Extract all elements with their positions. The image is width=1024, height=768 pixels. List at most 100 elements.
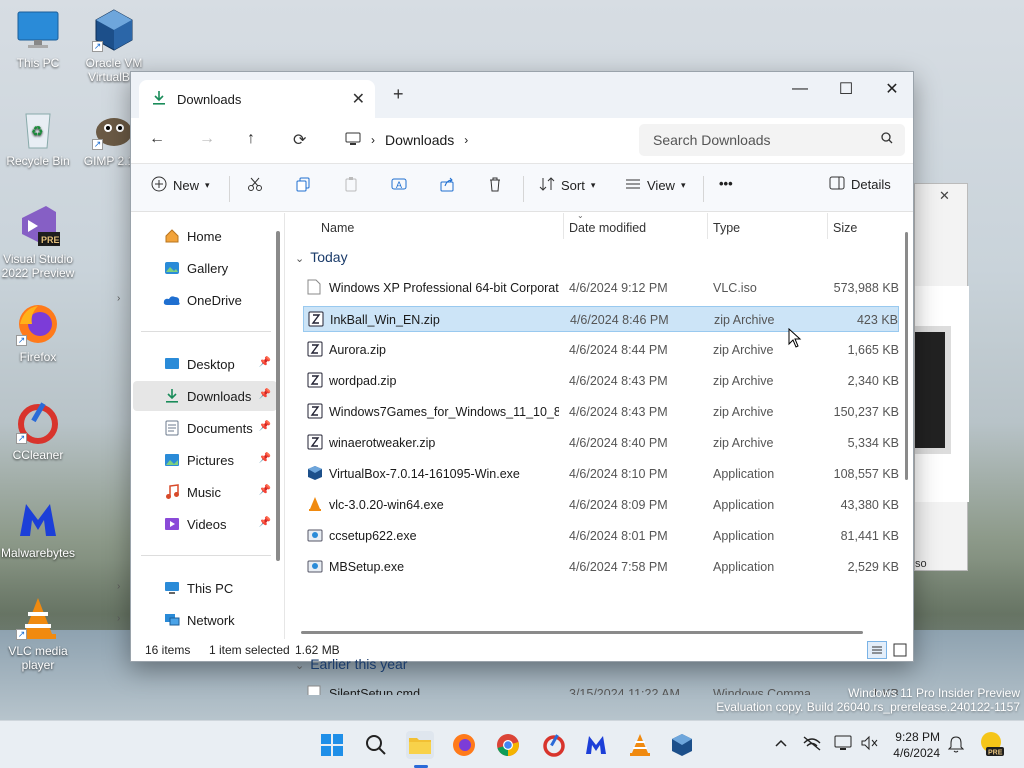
column-header-name[interactable]: Name	[321, 221, 354, 235]
pin-icon[interactable]: 📌	[259, 389, 271, 400]
breadcrumb-separator-end[interactable]: ›	[464, 133, 468, 147]
desktop-icon-visual-studio[interactable]: PRE Visual Studio 2022 Preview	[0, 204, 76, 280]
sidebar-item-videos[interactable]: Videos 📌	[133, 509, 277, 539]
sidebar-item-downloads[interactable]: Downloads 📌	[133, 381, 277, 411]
virtualbox-icon[interactable]	[668, 731, 696, 759]
close-window-button[interactable]: ✕	[869, 74, 915, 104]
table-row[interactable]: wordpad.zip 4/6/2024 8:43 PM zip Archive 2,…	[303, 368, 899, 394]
pin-icon[interactable]: 📌	[259, 357, 271, 368]
tab-close-icon[interactable]: ✕	[352, 89, 365, 109]
details-pane-button[interactable]: Details	[829, 176, 891, 193]
desktop-icon-this-pc[interactable]: This PC	[0, 8, 76, 70]
desktop-icon-ccleaner[interactable]: ↗ CCleaner	[0, 400, 76, 462]
system-clock[interactable]: 9:28 PM 4/6/2024	[884, 729, 940, 761]
delete-icon[interactable]	[487, 176, 503, 192]
volume-muted-tray-icon[interactable]	[860, 735, 878, 754]
file-size: 81,441 KB	[840, 529, 899, 543]
minimize-button[interactable]: —	[777, 74, 823, 104]
sidebar-scrollbar[interactable]	[276, 231, 280, 561]
new-button[interactable]: New ▾	[151, 176, 210, 195]
table-row[interactable]: Aurora.zip 4/6/2024 8:44 PM zip Archive 1,6…	[303, 337, 899, 363]
table-row[interactable]: ccsetup622.exe 4/6/2024 8:01 PM Applicatio…	[303, 523, 899, 549]
sort-button[interactable]: Sort ▾	[539, 176, 595, 195]
desktop-icon-malwarebytes[interactable]: Malwarebytes	[0, 498, 76, 560]
tiles-view-toggle[interactable]	[893, 643, 907, 660]
maximize-button[interactable]: ☐	[823, 74, 869, 104]
file-list-vertical-scrollbar[interactable]	[905, 232, 908, 480]
table-row[interactable]: vlc-3.0.20-win64.exe 4/6/2024 8:09 PM Appl…	[303, 492, 899, 518]
breadcrumb-separator[interactable]: ›	[371, 133, 375, 147]
sidebar-item-home[interactable]: Home	[133, 221, 277, 251]
refresh-button[interactable]: ⟳	[293, 130, 306, 150]
new-tab-button[interactable]: +	[393, 84, 404, 105]
sidebar-item-documents[interactable]: Documents 📌	[133, 413, 277, 443]
pin-icon[interactable]: 📌	[259, 517, 271, 528]
more-options-button[interactable]: •••	[719, 176, 733, 191]
vlc-icon[interactable]	[626, 731, 654, 759]
pin-icon[interactable]: 📌	[259, 421, 271, 432]
notification-bell-icon[interactable]	[947, 735, 965, 756]
sidebar-item-this-pc[interactable]: › This PC	[117, 573, 277, 603]
display-tray-icon[interactable]	[834, 735, 852, 754]
table-row[interactable]: InkBall_Win_EN.zip 4/6/2024 8:46 PM zip Ar…	[303, 306, 899, 332]
table-row[interactable]: VirtualBox-7.0.14-161095-Win.exe 4/6/2024…	[303, 461, 899, 487]
sidebar-item-pictures[interactable]: Pictures 📌	[133, 445, 277, 475]
desktop-icon-recycle-bin[interactable]: ♻ Recycle Bin	[0, 106, 76, 168]
paste-icon[interactable]	[343, 176, 359, 192]
table-row[interactable]: Windows7Games_for_Windows_11_10_8.... 4/6…	[303, 399, 899, 425]
up-button[interactable]: ↑	[247, 130, 255, 148]
view-button[interactable]: View ▾	[625, 176, 685, 195]
table-row[interactable]: Windows XP Professional 64-bit Corporat.…	[303, 275, 899, 301]
table-row[interactable]: winaerotweaker.zip 4/6/2024 8:40 PM zip Ar…	[303, 430, 899, 456]
insider-preview-badge-icon[interactable]: PRE	[980, 731, 1004, 760]
column-divider[interactable]	[563, 213, 564, 239]
start-button[interactable]	[318, 731, 346, 759]
collapse-chevron-icon[interactable]: ⌄	[295, 252, 304, 265]
column-header-date[interactable]: Date modified	[569, 221, 646, 235]
search-icon[interactable]	[881, 132, 893, 147]
background-window-close-icon[interactable]: ✕	[939, 188, 950, 204]
chrome-icon[interactable]	[494, 731, 522, 759]
malwarebytes-icon[interactable]	[582, 731, 610, 759]
cut-icon[interactable]	[247, 176, 263, 192]
desktop-icon-firefox[interactable]: ↗ Firefox	[0, 302, 76, 364]
monitor-icon[interactable]	[345, 132, 361, 149]
column-divider[interactable]	[707, 213, 708, 239]
expand-chevron-icon[interactable]: ›	[117, 293, 120, 304]
expand-chevron-icon[interactable]: ›	[117, 581, 120, 592]
search-input[interactable]: Search Downloads	[653, 132, 771, 148]
toolbar-divider	[703, 176, 704, 202]
search-box[interactable]: Search Downloads	[639, 124, 905, 156]
copy-icon[interactable]	[295, 176, 311, 192]
rename-icon[interactable]: A	[391, 176, 407, 192]
pin-icon[interactable]: 📌	[259, 485, 271, 496]
group-header-today[interactable]: ⌄ Today	[295, 249, 348, 265]
pin-icon[interactable]: 📌	[259, 453, 271, 464]
title-bar[interactable]: Downloads ✕ + — ☐ ✕	[131, 72, 913, 118]
file-explorer-taskbar-icon[interactable]	[406, 731, 434, 759]
column-divider[interactable]	[827, 213, 828, 239]
breadcrumb-downloads[interactable]: Downloads	[385, 132, 454, 148]
details-view-toggle[interactable]	[867, 641, 887, 659]
background-window[interactable]: ✕ so	[914, 183, 969, 571]
sidebar-item-music[interactable]: Music 📌	[133, 477, 277, 507]
network-tray-icon[interactable]	[802, 735, 822, 754]
back-button[interactable]: ←	[149, 130, 165, 148]
ccleaner-icon[interactable]	[540, 731, 568, 759]
table-row[interactable]: MBSetup.exe 4/6/2024 7:58 PM Application 2,…	[303, 554, 899, 580]
firefox-icon[interactable]	[450, 731, 478, 759]
column-header-size[interactable]: Size	[833, 221, 857, 235]
share-icon[interactable]	[439, 176, 455, 192]
tray-overflow-chevron-icon[interactable]	[774, 735, 788, 751]
expand-chevron-icon[interactable]: ›	[117, 613, 120, 624]
sidebar-item-network[interactable]: › Network	[117, 605, 277, 635]
forward-button[interactable]: →	[199, 130, 215, 148]
search-icon[interactable]	[362, 731, 390, 759]
file-list-horizontal-scrollbar[interactable]	[301, 631, 863, 634]
sidebar-item-desktop[interactable]: Desktop 📌	[133, 349, 277, 379]
tab-downloads[interactable]: Downloads ✕	[139, 80, 375, 118]
sidebar-item-onedrive[interactable]: › OneDrive	[117, 285, 277, 315]
desktop-icon-vlc[interactable]: ↗ VLC media player	[0, 596, 76, 672]
sidebar-item-gallery[interactable]: Gallery	[133, 253, 277, 283]
column-header-type[interactable]: Type	[713, 221, 740, 235]
